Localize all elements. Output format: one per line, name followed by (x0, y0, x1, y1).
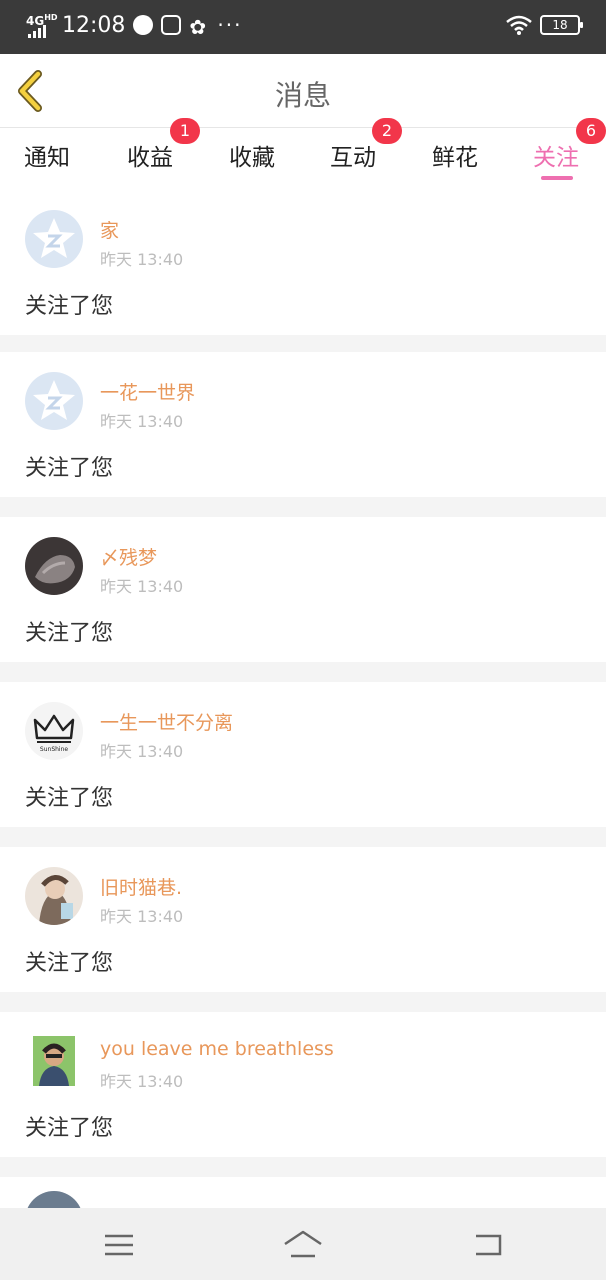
more-notifications-icon: ··· (217, 13, 243, 37)
message-text: 关注了您 (25, 621, 114, 646)
timestamp: 昨天 13:40 (100, 907, 184, 926)
nickname[interactable]: you leave me breathless (100, 1038, 334, 1060)
man-photo-avatar-icon (33, 1036, 75, 1086)
timestamp: 昨天 13:40 (100, 250, 184, 269)
qq-notification-icon (161, 15, 182, 35)
badge-earnings: 1 (170, 118, 200, 144)
message-text: 关注了您 (25, 951, 114, 976)
page-title: 消息 (274, 79, 331, 112)
signal-icon (28, 25, 46, 38)
nickname[interactable]: 一花一世界 (100, 378, 195, 405)
timestamp: 昨天 13:40 (100, 577, 184, 596)
wifi-icon (506, 15, 532, 35)
back-icon (476, 1234, 502, 1256)
message-text: 关注了您 (25, 456, 114, 481)
nickname[interactable]: 家 (100, 216, 119, 243)
tab-follows[interactable]: 关注 (533, 138, 579, 172)
battery-level: 18 (552, 18, 568, 32)
menu-icon (105, 1234, 133, 1256)
timestamp: 昨天 13:40 (100, 412, 184, 431)
message-text: 关注了您 (25, 294, 114, 319)
clock: 12:08 (62, 12, 126, 38)
tab-earnings[interactable]: 收益 (127, 138, 173, 172)
status-bar: 4GHD 12:08 ··· 18 (0, 0, 606, 54)
tab-bar: 通知 收益 收藏 互动 鲜花 关注 (0, 128, 606, 190)
girl-photo-avatar-icon (25, 867, 83, 925)
message-text: 关注了您 (25, 1116, 114, 1141)
badge-interactions: 2 (372, 118, 402, 144)
list-item[interactable]: 旧时猫巷. 昨天 13:40 关注了您 (0, 847, 606, 992)
system-navigation-bar (0, 1208, 606, 1280)
status-right: 18 (506, 14, 583, 36)
nickname[interactable]: 〆残梦 (100, 543, 157, 570)
home-icon (284, 1230, 322, 1258)
avatar[interactable] (25, 537, 83, 595)
battery-icon: 18 (540, 15, 583, 35)
list-item[interactable]: SunShine 一生一世不分离 昨天 13:40 关注了您 (0, 682, 606, 827)
tab-favorites[interactable]: 收藏 (229, 138, 275, 172)
nickname[interactable]: 一生一世不分离 (100, 708, 233, 735)
default-avatar-icon (25, 372, 83, 430)
avatar[interactable] (25, 372, 83, 430)
hand-photo-avatar-icon (25, 537, 83, 595)
avatar[interactable] (25, 1032, 83, 1090)
timestamp: 昨天 13:40 (100, 742, 184, 761)
tab-notifications[interactable]: 通知 (24, 138, 70, 172)
list-item[interactable]: 家 昨天 13:40 关注了您 (0, 190, 606, 335)
network-hd: HD (44, 13, 58, 22)
back-nav-button[interactable] (468, 1228, 508, 1262)
active-tab-indicator (541, 176, 573, 180)
list-item[interactable]: 〆残梦 昨天 13:40 关注了您 (0, 517, 606, 662)
fan-notification-icon (189, 15, 209, 35)
avatar[interactable] (25, 867, 83, 925)
timestamp: 昨天 13:40 (100, 1072, 184, 1091)
avatar[interactable] (25, 210, 83, 268)
badge-follows: 6 (576, 118, 606, 144)
app-notification-icon (133, 15, 154, 35)
avatar[interactable]: SunShine (25, 702, 83, 760)
nav-bar: 消息 (0, 54, 606, 128)
avatar-caption: SunShine (39, 746, 69, 753)
network-indicator: 4GHD (26, 12, 58, 38)
message-text: 关注了您 (25, 786, 114, 811)
tab-flowers[interactable]: 鲜花 (432, 138, 478, 172)
nickname[interactable]: 旧时猫巷. (100, 873, 182, 900)
status-left: 4GHD 12:08 ··· (26, 12, 242, 38)
default-avatar-icon (25, 210, 83, 268)
list-item[interactable]: 一花一世界 昨天 13:40 关注了您 (0, 352, 606, 497)
menu-button[interactable] (99, 1228, 139, 1262)
list-item[interactable]: you leave me breathless 昨天 13:40 关注了您 (0, 1012, 606, 1157)
home-button[interactable] (283, 1228, 323, 1262)
tab-interactions[interactable]: 互动 (330, 138, 376, 172)
